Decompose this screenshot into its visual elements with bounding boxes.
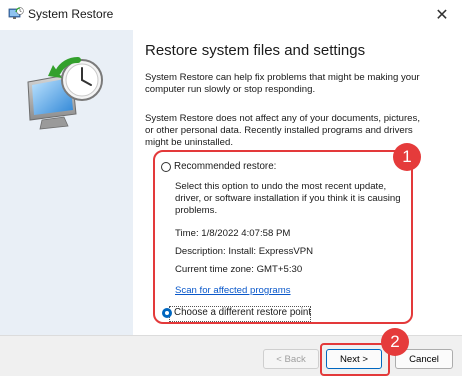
title-bar: System Restore ✕ [0,0,462,30]
left-panel [0,30,133,335]
close-button[interactable]: ✕ [422,0,462,30]
window-title: System Restore [28,7,114,21]
annotation-badge-1: 1 [393,143,421,171]
info-paragraph: System Restore does not affect any of yo… [145,113,420,148]
annotation-highlight-options [153,150,413,324]
intro-paragraph: System Restore can help fix problems tha… [145,72,420,95]
annotation-badge-2: 2 [381,328,409,356]
system-restore-icon [8,7,24,19]
page-title: Restore system files and settings [145,42,366,59]
back-button[interactable]: < Back [263,349,319,369]
monitor-clock-restore-icon [27,57,103,130]
close-icon: ✕ [435,7,449,24]
annotation-highlight-next [320,343,390,376]
